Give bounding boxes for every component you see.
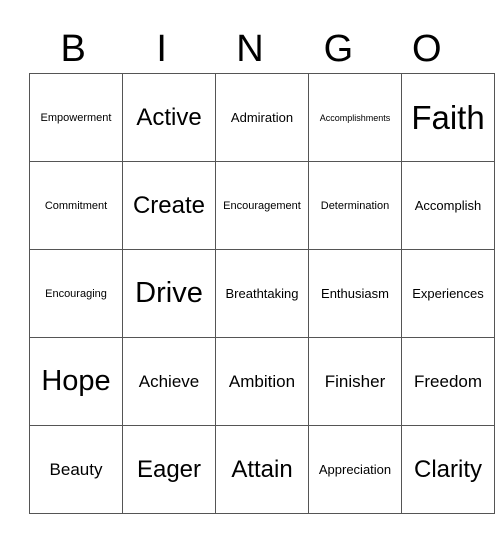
bingo-row: Empowerment Active Admiration Accomplishmen… bbox=[29, 73, 495, 162]
bingo-cell[interactable]: Admiration bbox=[215, 73, 309, 162]
bingo-cell[interactable]: Freedom bbox=[401, 337, 495, 426]
bingo-cell[interactable]: Encouragement bbox=[215, 161, 309, 250]
header-letter-o: O bbox=[412, 28, 442, 70]
bingo-cell[interactable]: Accomplish bbox=[401, 161, 495, 250]
bingo-cell[interactable]: Finisher bbox=[308, 337, 402, 426]
bingo-cell[interactable]: Beauty bbox=[29, 425, 123, 514]
bingo-cell[interactable]: Commitment bbox=[29, 161, 123, 250]
header-letter-b: B bbox=[60, 28, 86, 70]
header-letter-i: I bbox=[156, 28, 167, 70]
bingo-header: B I N G O bbox=[29, 28, 471, 70]
bingo-cell[interactable]: Accomplishments bbox=[308, 73, 402, 162]
bingo-cell[interactable]: Ambition bbox=[215, 337, 309, 426]
bingo-cell[interactable]: Hope bbox=[29, 337, 123, 426]
bingo-cell[interactable]: Enthusiasm bbox=[308, 249, 402, 338]
bingo-cell[interactable]: Encouraging bbox=[29, 249, 123, 338]
bingo-row: Hope Achieve Ambition Finisher Freedom bbox=[29, 337, 495, 426]
bingo-cell[interactable]: Breathtaking bbox=[215, 249, 309, 338]
bingo-row: Encouraging Drive Breathtaking Enthusiasm Ex… bbox=[29, 249, 495, 338]
bingo-row: Beauty Eager Attain Appreciation Clarity bbox=[29, 425, 495, 514]
bingo-cell[interactable]: Experiences bbox=[401, 249, 495, 338]
bingo-cell[interactable]: Achieve bbox=[122, 337, 216, 426]
header-letter-g: G bbox=[323, 28, 354, 70]
bingo-cell[interactable]: Determination bbox=[308, 161, 402, 250]
bingo-row: Commitment Create Encouragement Determinati… bbox=[29, 161, 495, 250]
bingo-cell[interactable]: Eager bbox=[122, 425, 216, 514]
bingo-cell[interactable]: Appreciation bbox=[308, 425, 402, 514]
bingo-cell[interactable]: Attain bbox=[215, 425, 309, 514]
bingo-cell[interactable]: Drive bbox=[122, 249, 216, 338]
bingo-cell[interactable]: Empowerment bbox=[29, 73, 123, 162]
bingo-cell[interactable]: Active bbox=[122, 73, 216, 162]
header-letter-n: N bbox=[236, 28, 264, 70]
bingo-cell[interactable]: Clarity bbox=[401, 425, 495, 514]
bingo-cell[interactable]: Create bbox=[122, 161, 216, 250]
bingo-grid: Empowerment Active Admiration Accomplishmen… bbox=[29, 73, 495, 514]
bingo-cell[interactable]: Faith bbox=[401, 73, 495, 162]
